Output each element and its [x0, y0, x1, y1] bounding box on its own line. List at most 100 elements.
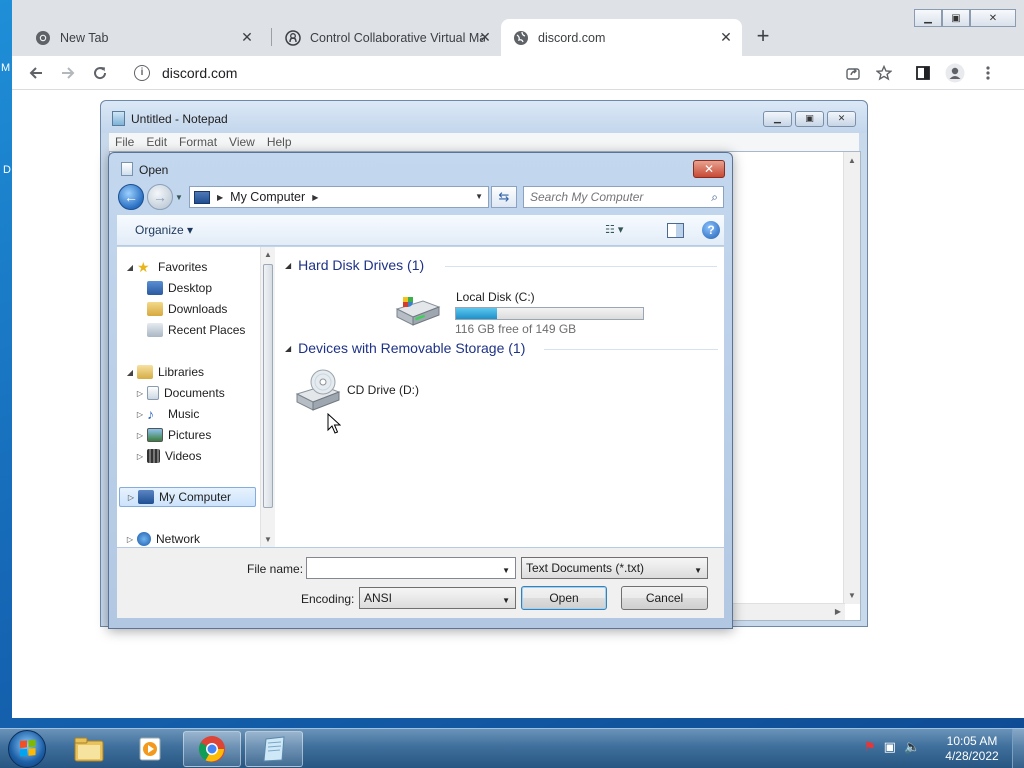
chevron-down-icon[interactable]: ▼	[694, 566, 702, 575]
collapse-arrow-icon[interactable]: ◢	[125, 368, 135, 377]
nav-music[interactable]: ▷ ♪ Music	[135, 404, 199, 424]
refresh-button[interactable]: ⇆	[491, 186, 517, 208]
notepad-vertical-scrollbar[interactable]: ▲ ▼	[843, 152, 860, 604]
tab-discord[interactable]: discord.com ✕	[501, 19, 742, 56]
group-removable-storage[interactable]: ◢ Devices with Removable Storage (1)	[285, 338, 525, 358]
file-type-select[interactable]: Text Documents (*.txt) ▼	[521, 557, 708, 579]
nav-desktop[interactable]: Desktop	[145, 278, 212, 298]
expand-arrow-icon[interactable]: ▷	[135, 452, 145, 461]
scroll-down-icon[interactable]: ▼	[848, 591, 856, 600]
notepad-maximize-button[interactable]: ▣	[795, 111, 824, 127]
nav-videos[interactable]: ▷ Videos	[135, 446, 201, 466]
taskbar-chrome[interactable]	[183, 731, 241, 767]
minimize-button[interactable]: ▁	[914, 9, 942, 27]
notepad-close-button[interactable]: ✕	[827, 111, 856, 127]
expand-arrow-icon[interactable]: ▷	[135, 431, 145, 440]
collapse-arrow-icon[interactable]: ◢	[125, 263, 135, 272]
taskbar-notepad[interactable]	[245, 731, 303, 767]
dialog-close-button[interactable]: ✕	[693, 160, 725, 178]
scroll-right-icon[interactable]: ▶	[835, 607, 841, 616]
organize-menu[interactable]: Organize ▾	[135, 223, 193, 237]
nav-downloads[interactable]: Downloads	[145, 299, 227, 319]
change-view-button[interactable]: ☷ ▾	[605, 223, 645, 239]
search-input[interactable]	[530, 187, 700, 207]
menu-help[interactable]: Help	[261, 133, 298, 151]
reload-icon[interactable]	[87, 60, 113, 86]
cancel-button[interactable]: Cancel	[621, 586, 708, 610]
chevron-down-icon[interactable]: ▼	[502, 596, 510, 605]
star-icon: ★	[137, 259, 150, 275]
github-icon	[285, 29, 301, 46]
recent-pages-dropdown-icon[interactable]: ▼	[175, 193, 183, 202]
menu-format[interactable]: Format	[173, 133, 223, 151]
help-icon[interactable]: ?	[702, 221, 720, 239]
menu-file[interactable]: File	[109, 133, 140, 151]
menu-view[interactable]: View	[223, 133, 261, 151]
show-desktop-button[interactable]	[1012, 729, 1024, 768]
profile-avatar-icon[interactable]	[942, 60, 968, 86]
scrollbar-thumb[interactable]	[263, 264, 273, 508]
back-arrow-icon[interactable]	[23, 60, 49, 86]
search-icon: ⌕	[711, 190, 718, 204]
expand-arrow-icon[interactable]: ▷	[125, 535, 135, 544]
group-hard-disk-drives[interactable]: ◢ Hard Disk Drives (1)	[285, 255, 424, 275]
expand-arrow-icon[interactable]: ▷	[126, 493, 136, 502]
breadcrumb-arrow-icon[interactable]: ▶	[217, 193, 223, 202]
expand-arrow-icon[interactable]: ▷	[135, 410, 145, 419]
navigation-scrollbar[interactable]: ▲ ▼	[260, 247, 275, 547]
file-name-combo[interactable]: ▼	[306, 557, 516, 579]
breadcrumb-arrow-icon[interactable]: ▶	[312, 193, 318, 202]
back-arrow-icon[interactable]: ←	[118, 184, 144, 210]
dialog-address-bar[interactable]: ▶ My Computer ▶ ▼	[189, 186, 489, 208]
forward-arrow-icon[interactable]: →	[147, 184, 173, 210]
nav-pictures[interactable]: ▷ Pictures	[135, 425, 211, 445]
collapse-arrow-icon[interactable]: ◢	[285, 344, 291, 353]
tab-control-collaborative[interactable]: Control Collaborative Virtual Ma ✕	[273, 19, 501, 56]
chevron-down-icon[interactable]: ▼	[475, 192, 483, 201]
nav-favorites[interactable]: ◢ ★ Favorites	[125, 257, 207, 277]
maximize-button[interactable]: ▣	[942, 9, 970, 27]
bookmark-star-icon[interactable]	[871, 60, 897, 86]
volume-icon[interactable]: 🔈	[904, 739, 920, 755]
pictures-icon	[147, 428, 163, 442]
navigation-pane: ◢ ★ Favorites Desktop Downloads Recent P…	[117, 247, 274, 547]
preview-pane-button[interactable]	[667, 223, 684, 238]
close-tab-icon[interactable]: ✕	[477, 29, 493, 45]
notepad-minimize-button[interactable]: ▁	[763, 111, 792, 127]
clock[interactable]: 10:05 AM 4/28/2022	[930, 734, 1014, 764]
search-box[interactable]: ⌕	[523, 186, 724, 208]
site-info-icon[interactable]: i	[134, 65, 150, 81]
collapse-arrow-icon[interactable]: ◢	[285, 261, 291, 270]
share-icon[interactable]	[840, 60, 866, 86]
chevron-down-icon[interactable]: ▼	[502, 566, 510, 575]
encoding-select[interactable]: ANSI ▼	[359, 587, 516, 609]
nav-documents[interactable]: ▷ Documents	[135, 383, 225, 403]
nav-label: Favorites	[158, 260, 208, 274]
network-status-icon[interactable]: ▣	[884, 739, 896, 755]
omnibox[interactable]: i discord.com	[124, 58, 914, 88]
forward-arrow-icon[interactable]	[55, 60, 81, 86]
expand-arrow-icon[interactable]: ▷	[135, 389, 145, 398]
new-tab-button[interactable]: +	[750, 24, 776, 50]
taskbar-media-player[interactable]	[121, 731, 179, 767]
close-window-button[interactable]: ✕	[970, 9, 1016, 27]
open-button[interactable]: Open	[521, 586, 607, 610]
nav-recent-places[interactable]: Recent Places	[145, 320, 245, 340]
clock-date: 4/28/2022	[945, 749, 999, 763]
close-tab-icon[interactable]: ✕	[718, 29, 734, 45]
nav-network[interactable]: ▷ Network	[125, 529, 200, 547]
scroll-down-icon[interactable]: ▼	[264, 535, 272, 544]
tab-new-tab[interactable]: New Tab ✕	[23, 19, 263, 56]
breadcrumb-my-computer[interactable]: My Computer	[230, 190, 305, 204]
more-menu-icon[interactable]	[975, 60, 1001, 86]
start-button[interactable]	[8, 730, 46, 768]
menu-edit[interactable]: Edit	[140, 133, 173, 151]
scroll-up-icon[interactable]: ▲	[848, 156, 856, 165]
close-tab-icon[interactable]: ✕	[239, 29, 255, 45]
nav-libraries[interactable]: ◢ Libraries	[125, 362, 204, 382]
taskbar-explorer[interactable]	[60, 731, 118, 767]
side-panel-icon[interactable]	[910, 60, 936, 86]
nav-my-computer[interactable]: ▷ My Computer	[119, 487, 256, 507]
scroll-up-icon[interactable]: ▲	[264, 250, 272, 259]
action-center-icon[interactable]: ⚑	[864, 739, 876, 755]
